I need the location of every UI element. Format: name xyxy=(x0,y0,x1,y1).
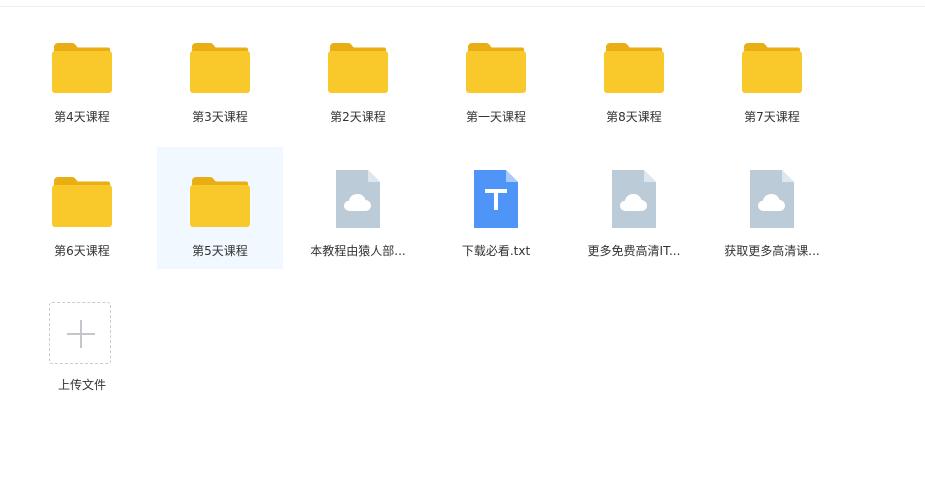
folder-item[interactable]: 第4天课程 xyxy=(19,13,145,135)
folder-item[interactable]: 第3天课程 xyxy=(157,13,283,135)
file-name: 第5天课程 xyxy=(192,244,248,258)
cloud-file-icon xyxy=(326,167,390,231)
file-name: 更多免费高清IT... xyxy=(587,244,681,258)
file-name: 第2天课程 xyxy=(330,110,386,124)
upload-label: 上传文件 xyxy=(57,378,106,392)
file-name: 下载必看.txt xyxy=(461,244,531,258)
folder-icon xyxy=(50,167,114,231)
folder-item[interactable]: 第5天课程 xyxy=(157,147,283,269)
folder-icon xyxy=(188,33,252,97)
file-name: 第6天课程 xyxy=(54,244,110,258)
top-divider xyxy=(0,6,925,7)
file-name: 第7天课程 xyxy=(744,110,800,124)
folder-item[interactable]: 第一天课程 xyxy=(433,13,559,135)
folder-item[interactable]: 第2天课程 xyxy=(295,13,421,135)
cloud-file-icon xyxy=(602,167,666,231)
file-name: 第4天课程 xyxy=(54,110,110,124)
folder-icon xyxy=(326,33,390,97)
plus-icon xyxy=(80,320,82,348)
file-name: 第3天课程 xyxy=(192,110,248,124)
file-name: 获取更多高清课... xyxy=(724,244,820,258)
file-item[interactable]: 更多免费高清IT... xyxy=(571,147,697,269)
upload-button[interactable] xyxy=(49,302,111,364)
cloud-file-icon xyxy=(740,167,804,231)
folder-icon xyxy=(602,33,666,97)
folder-icon xyxy=(50,33,114,97)
file-item[interactable]: 下载必看.txt xyxy=(433,147,559,269)
file-manager: 第4天课程 第3天课程 第2天课程 第一天课程 第8天课程 第7天课程第6天课程 第5天课程… xyxy=(0,0,925,490)
folder-item[interactable]: 第7天课程 xyxy=(709,13,835,135)
file-name: 本教程由猿人部... xyxy=(310,244,406,258)
folder-icon xyxy=(464,33,528,97)
file-name: 第一天课程 xyxy=(465,110,526,124)
folder-icon xyxy=(740,33,804,97)
folder-item[interactable]: 第8天课程 xyxy=(571,13,697,135)
file-item[interactable]: 本教程由猿人部... xyxy=(295,147,421,269)
folder-item[interactable]: 第6天课程 xyxy=(19,147,145,269)
folder-icon xyxy=(188,167,252,231)
file-name: 第8天课程 xyxy=(606,110,662,124)
txt-file-icon xyxy=(464,167,528,231)
file-item[interactable]: 获取更多高清课... xyxy=(709,147,835,269)
upload-file-tile[interactable]: 上传文件 xyxy=(19,281,145,403)
